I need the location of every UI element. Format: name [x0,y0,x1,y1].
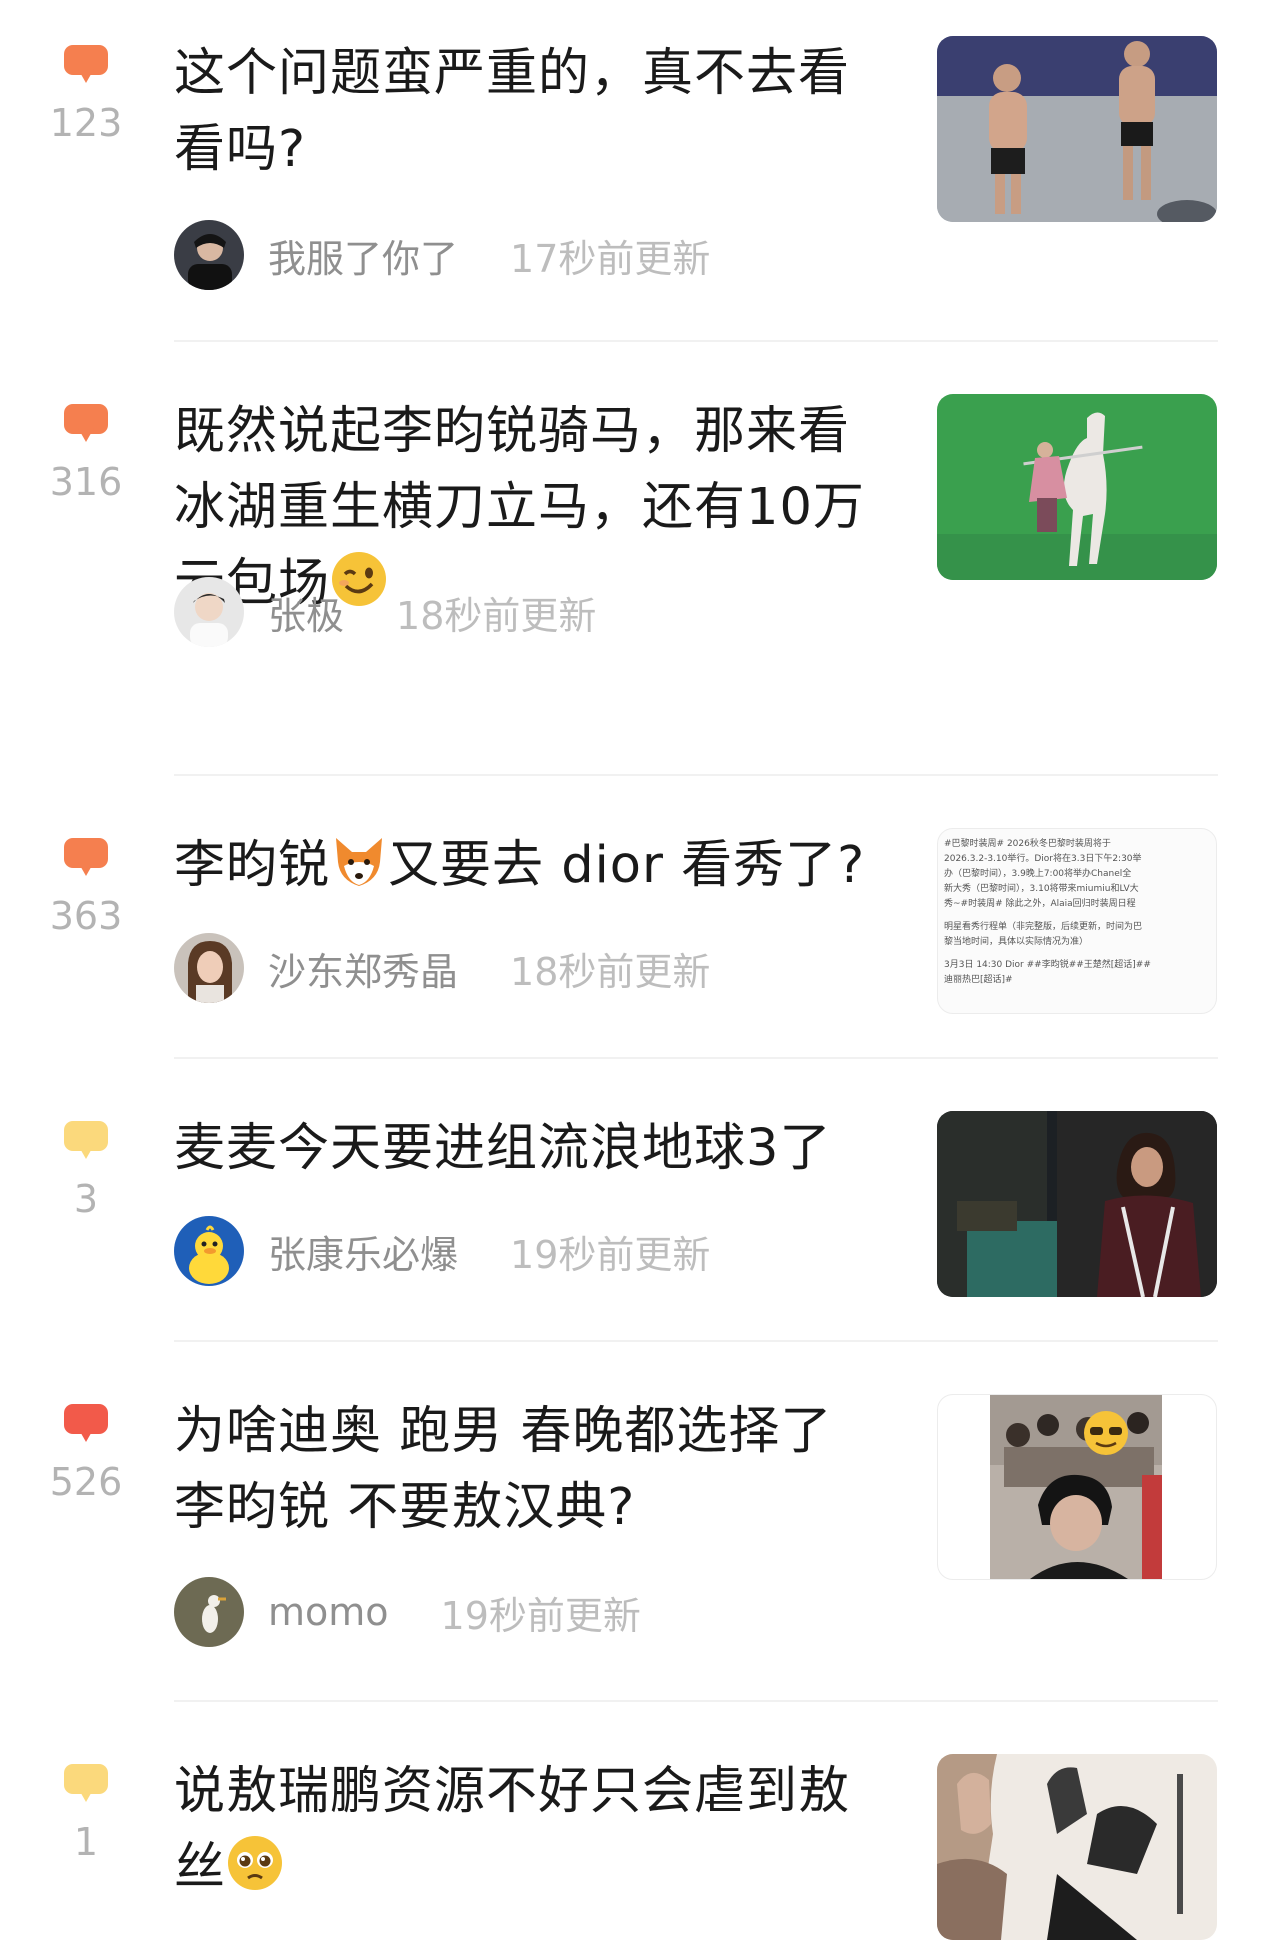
post-meta: 张极 18秒前更新 [174,576,596,648]
post-meta: 沙东郑秀晶 18秒前更新 [174,932,710,1004]
post-thumbnail[interactable]: #巴黎时装周# 2026秋冬巴黎时装周将于 2026.3.2-3.10举行。Di… [937,828,1217,1014]
author-name[interactable]: momo [268,1590,389,1634]
comment-bubble-icon [64,45,108,83]
author-name[interactable]: 张康乐必爆 [268,1224,458,1279]
post-feed: 123 这个问题蛮严重的，真不去看 看吗? 我服了你了 17秒前更新 316 既… [0,0,1270,1940]
post-thumbnail[interactable] [937,394,1217,580]
post-title[interactable]: 麦麦今天要进组流浪地球3了 [174,1111,874,1187]
update-time: 18秒前更新 [396,593,597,638]
post-title-line: 丝 [174,1830,874,1914]
post-title[interactable]: 这个问题蛮严重的，真不去看 看吗? [174,36,874,188]
post-meta: 我服了你了 17秒前更新 [174,219,710,291]
comment-count-block[interactable]: 526 [46,1404,126,1504]
author-name[interactable]: 沙东郑秀晶 [268,941,458,996]
thumbnail-text-line: 迪丽热巴[超话]# [944,975,1013,985]
post-thumbnail[interactable] [937,1111,1217,1297]
thumbnail-text-line: 明星看秀行程单（非完整版，后续更新，时间为巴 [944,922,1143,932]
thumbnail-text-line: 秀~#时装周# 除此之外，Alaia回归时装周日程 [944,899,1136,909]
post-item[interactable]: 3 麦麦今天要进组流浪地球3了 张康乐必爆 19秒前更新 [0,1059,1270,1342]
comment-count: 363 [49,894,123,938]
post-title-line: 冰湖重生横刀立马，还有10万 [174,478,865,537]
author-name[interactable]: 我服了你了 [268,228,458,283]
thumbnail-text-line: 办（巴黎时间），3.9晚上7:00将举办Chanel全 [944,869,1132,879]
comment-count-block[interactable]: 3 [46,1121,126,1221]
update-time: 19秒前更新 [510,1232,711,1277]
thumbnail-text-line: 新大秀（巴黎时间），3.10将带来miumiu和LV大 [944,884,1139,894]
comment-count: 316 [49,460,123,504]
post-title-text: 又要去 dior 看秀了? [388,836,866,895]
post-meta: 张康乐必爆 19秒前更新 [174,1215,710,1287]
comment-count: 526 [49,1460,123,1504]
post-title[interactable]: 说敖瑞鹏资源不好只会虐到敖 丝 [174,1754,874,1914]
thumbnail-text-line: 2026.3.2-3.10举行。Dior将在3.3日下午2:30举 [944,854,1142,864]
post-title-line: 为啥迪奥 跑男 春晚都选择了 [174,1402,833,1461]
thumbnail-text-line: 黎当地时间，具体以实际情况为准） [944,937,1089,947]
comment-bubble-icon [64,404,108,442]
post-item[interactable]: 316 既然说起李昀锐骑马，那来看 冰湖重生横刀立马，还有10万 云包场 张极 … [0,342,1270,776]
update-time: 19秒前更新 [440,1593,641,1638]
post-item[interactable]: 1 说敖瑞鹏资源不好只会虐到敖 丝 [0,1702,1270,1940]
post-title-text: 李昀锐 [174,836,331,895]
post-title-line: 麦麦今天要进组流浪地球3了 [174,1119,832,1178]
post-item[interactable]: 526 为啥迪奥 跑男 春晚都选择了 李昀锐 不要敖汉典? momo 19秒前更… [0,1342,1270,1702]
comment-bubble-icon [64,1121,108,1159]
avatar[interactable] [174,933,244,1003]
comment-count-block[interactable]: 363 [46,838,126,938]
comment-bubble-icon [64,838,108,876]
comment-count-block[interactable]: 123 [46,45,126,145]
post-title[interactable]: 李昀锐 又要去 dior 看秀了? [174,828,874,912]
fox-emoji-icon [330,832,388,912]
update-time: 17秒前更新 [510,236,711,281]
thumbnail-text-line: 3月3日 14:30 Dior ##李昀锐##王楚然[超话]## [944,960,1151,970]
pleading-face-emoji-icon [226,1834,284,1914]
post-item[interactable]: 123 这个问题蛮严重的，真不去看 看吗? 我服了你了 17秒前更新 [0,0,1270,342]
comment-count-block[interactable]: 316 [46,404,126,504]
comment-count: 3 [73,1177,99,1221]
thumbnail-text: #巴黎时装周# 2026秋冬巴黎时装周将于 2026.3.2-3.10举行。Di… [944,837,1210,988]
post-title-text: 丝 [174,1838,227,1897]
comment-bubble-icon [64,1404,108,1442]
post-title-line: 李昀锐 不要敖汉典? [174,1478,636,1537]
post-title-line: 李昀锐 又要去 dior 看秀了? [174,828,874,912]
avatar[interactable] [174,1577,244,1647]
post-title-line: 看吗? [174,120,307,179]
post-meta: momo 19秒前更新 [174,1576,641,1648]
post-thumbnail[interactable] [937,1394,1217,1580]
post-title-line: 这个问题蛮严重的，真不去看 [174,44,851,103]
comment-count-block[interactable]: 1 [46,1764,126,1864]
avatar[interactable] [174,220,244,290]
avatar[interactable] [174,1216,244,1286]
post-thumbnail[interactable] [937,1754,1217,1940]
comment-count: 1 [73,1820,99,1864]
comment-bubble-icon [64,1764,108,1802]
update-time: 18秒前更新 [510,949,711,994]
post-title-line: 既然说起李昀锐骑马，那来看 [174,402,851,461]
avatar[interactable] [174,577,244,647]
post-item[interactable]: 363 李昀锐 又要去 dior 看秀了? 沙东郑秀晶 18秒前更新 #巴黎时装周… [0,776,1270,1059]
comment-count: 123 [49,101,123,145]
post-title-line: 说敖瑞鹏资源不好只会虐到敖 [174,1762,851,1821]
thumbnail-text-line: #巴黎时装周# 2026秋冬巴黎时装周将于 [944,839,1111,849]
post-thumbnail[interactable] [937,36,1217,222]
author-name[interactable]: 张极 [268,585,344,640]
post-title[interactable]: 为啥迪奥 跑男 春晚都选择了 李昀锐 不要敖汉典? [174,1394,874,1546]
